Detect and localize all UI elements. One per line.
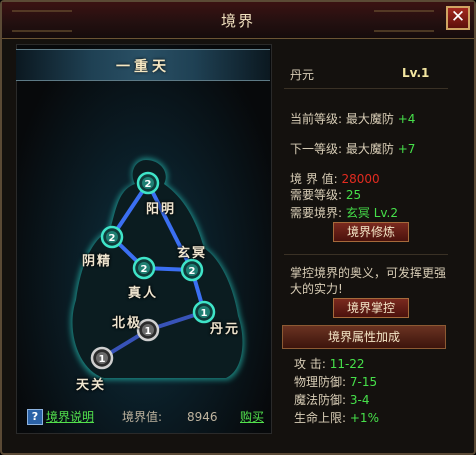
realm-node-level: 2 xyxy=(141,264,148,275)
node-level: Lv.1 xyxy=(402,66,430,80)
mastery-text: 掌控境界的奥义，可发挥更强大的实力! xyxy=(290,266,447,296)
attr-value: 11-22 xyxy=(329,357,365,371)
realm-figure: 2 2 2 2 1 1 1 xyxy=(70,158,245,380)
realm-value-label: 境界值: xyxy=(122,410,163,424)
realm-node-tianguan[interactable]: 1 xyxy=(90,346,114,370)
realm-node-yangming[interactable]: 2 xyxy=(136,171,160,195)
node-label-danyuan: 丹元 xyxy=(210,322,241,337)
help-icon[interactable]: ? xyxy=(27,409,43,425)
realm-help-link[interactable]: 境界说明 xyxy=(46,406,94,428)
req-realm-row: 需要境界: 玄冥 Lv.2 xyxy=(290,204,398,221)
current-level-row: 当前等级: 最大魔防 +4 xyxy=(290,110,415,127)
attr-label: 物理防御: xyxy=(294,375,347,389)
realm-cost-row: 境 界 值: 28000 xyxy=(290,170,380,187)
node-label-tianguan: 天关 xyxy=(76,378,107,393)
realm-node-level: 1 xyxy=(99,354,106,365)
next-stat: 最大魔防 xyxy=(345,142,394,156)
realm-cost-value: 28000 xyxy=(341,172,380,186)
master-button[interactable]: 境界掌控 xyxy=(333,298,409,318)
attr-label: 攻 击: xyxy=(294,357,326,371)
attr-label: 魔法防御: xyxy=(294,393,347,407)
attr-row-hp-limit: 生命上限: +1% xyxy=(294,409,379,426)
divider-2 xyxy=(284,254,448,255)
node-name-text: 丹元 xyxy=(290,68,315,82)
req-level-value: 25 xyxy=(345,188,362,202)
attr-row-magic-defense: 魔法防御: 3-4 xyxy=(294,391,369,408)
req-level-label: 需要等级: xyxy=(290,188,343,202)
attr-value: +1% xyxy=(349,411,379,425)
divider xyxy=(284,88,448,89)
attr-label: 生命上限: xyxy=(294,411,347,425)
current-bonus: +4 xyxy=(397,112,416,126)
window-title: 境界 xyxy=(220,12,255,30)
realm-node-xuanming[interactable]: 2 xyxy=(180,258,204,282)
node-name: 丹元 xyxy=(290,66,314,83)
buy-link[interactable]: 购买 xyxy=(240,406,264,428)
realm-node-level: 1 xyxy=(145,326,152,337)
realm-cost-label: 境 界 值: xyxy=(290,172,338,186)
next-level-row: 下一等级: 最大魔防 +7 xyxy=(290,140,415,157)
current-level-label: 当前等级: xyxy=(290,112,343,126)
node-label-yangming: 阳明 xyxy=(146,202,177,217)
req-realm-label: 需要境界: xyxy=(290,206,343,220)
realm-node-level: 2 xyxy=(189,266,196,277)
node-label-beiji: 北极 xyxy=(112,316,143,331)
attr-row-physical-defense: 物理防御: 7-15 xyxy=(294,373,377,390)
next-bonus: +7 xyxy=(397,142,416,156)
realm-banner-title: 一重天 xyxy=(116,59,170,75)
title-bar[interactable]: 境界 ✕ xyxy=(2,2,474,39)
realm-value: 8946 xyxy=(187,410,218,424)
realm-node-level: 2 xyxy=(109,233,116,244)
attr-value: 3-4 xyxy=(349,393,370,407)
next-level-label: 下一等级: xyxy=(290,142,343,156)
close-icon: ✕ xyxy=(450,7,466,27)
attr-value: 7-15 xyxy=(349,375,378,389)
req-level-row: 需要等级: 25 xyxy=(290,186,361,203)
req-realm-value: 玄冥 Lv.2 xyxy=(345,206,398,220)
realm-node-level: 1 xyxy=(201,308,208,319)
realm-banner: 一重天 xyxy=(16,49,270,81)
attribute-bonus-header[interactable]: 境界属性加成 xyxy=(282,325,446,349)
realm-node-level: 2 xyxy=(145,179,152,190)
realm-node-yinjing[interactable]: 2 xyxy=(100,225,124,249)
close-button[interactable]: ✕ xyxy=(446,6,470,30)
attr-row-attack: 攻 击: 11-22 xyxy=(294,355,365,372)
node-label-zhenren: 真人 xyxy=(128,286,159,301)
node-label-yinjing: 阴精 xyxy=(82,254,113,269)
realm-node-zhenren[interactable]: 2 xyxy=(132,256,156,280)
current-stat: 最大魔防 xyxy=(345,112,394,126)
node-label-xuanming: 玄冥 xyxy=(177,246,208,261)
cultivate-button[interactable]: 境界修炼 xyxy=(333,222,409,242)
